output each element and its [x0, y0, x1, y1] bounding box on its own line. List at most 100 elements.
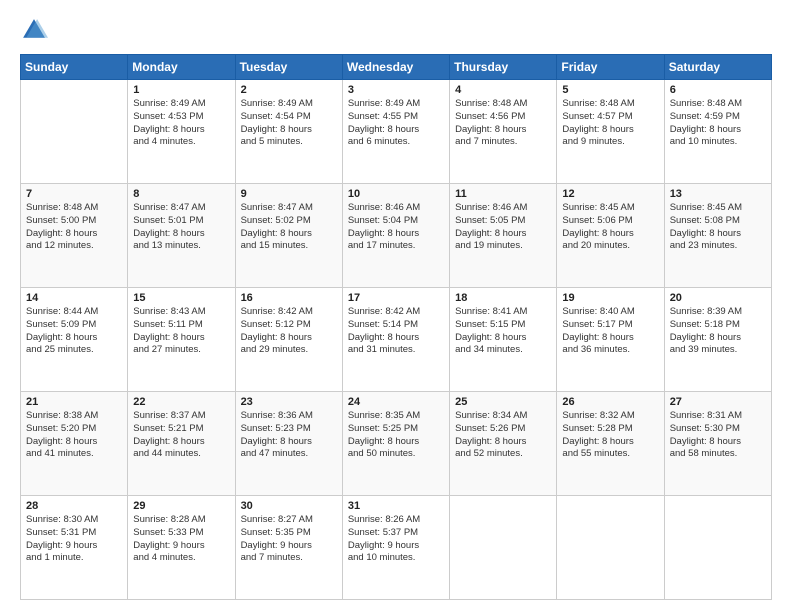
day-info: Sunrise: 8:45 AMSunset: 5:06 PMDaylight:… — [562, 202, 658, 253]
calendar-cell: 20 Sunrise: 8:39 AMSunset: 5:18 PMDayligh… — [664, 288, 771, 392]
header — [20, 16, 772, 44]
day-info: Sunrise: 8:31 AMSunset: 5:30 PMDaylight:… — [670, 410, 766, 461]
day-info: Sunrise: 8:47 AMSunset: 5:01 PMDaylight:… — [133, 202, 229, 253]
day-number: 10 — [348, 188, 444, 200]
day-number: 18 — [455, 292, 551, 304]
day-number: 27 — [670, 396, 766, 408]
calendar-cell — [450, 496, 557, 600]
day-info: Sunrise: 8:48 AMSunset: 4:59 PMDaylight:… — [670, 98, 766, 149]
calendar-cell: 4 Sunrise: 8:48 AMSunset: 4:56 PMDaylight… — [450, 80, 557, 184]
day-info: Sunrise: 8:38 AMSunset: 5:20 PMDaylight:… — [26, 410, 122, 461]
calendar-cell: 27 Sunrise: 8:31 AMSunset: 5:30 PMDayligh… — [664, 392, 771, 496]
day-number: 11 — [455, 188, 551, 200]
day-number: 21 — [26, 396, 122, 408]
day-number: 4 — [455, 84, 551, 96]
day-info: Sunrise: 8:48 AMSunset: 5:00 PMDaylight:… — [26, 202, 122, 253]
calendar-cell: 7 Sunrise: 8:48 AMSunset: 5:00 PMDaylight… — [21, 184, 128, 288]
calendar-cell: 3 Sunrise: 8:49 AMSunset: 4:55 PMDaylight… — [342, 80, 449, 184]
day-number: 17 — [348, 292, 444, 304]
calendar-cell: 14 Sunrise: 8:44 AMSunset: 5:09 PMDayligh… — [21, 288, 128, 392]
day-number: 28 — [26, 500, 122, 512]
day-number: 6 — [670, 84, 766, 96]
day-info: Sunrise: 8:30 AMSunset: 5:31 PMDaylight:… — [26, 514, 122, 565]
calendar-cell: 12Sunrise: 8:45 AMSunset: 5:06 PMDayligh… — [557, 184, 664, 288]
day-number: 8 — [133, 188, 229, 200]
day-info: Sunrise: 8:48 AMSunset: 4:56 PMDaylight:… — [455, 98, 551, 149]
calendar-cell: 30 Sunrise: 8:27 AMSunset: 5:35 PMDayligh… — [235, 496, 342, 600]
calendar-cell: 21 Sunrise: 8:38 AMSunset: 5:20 PMDayligh… — [21, 392, 128, 496]
calendar-cell: 1 Sunrise: 8:49 AMSunset: 4:53 PMDaylight… — [128, 80, 235, 184]
day-number: 19 — [562, 292, 658, 304]
day-header-wednesday: Wednesday — [342, 55, 449, 80]
day-number: 2 — [241, 84, 337, 96]
calendar-cell: 26 Sunrise: 8:32 AMSunset: 5:28 PMDayligh… — [557, 392, 664, 496]
day-number: 5 — [562, 84, 658, 96]
calendar-cell: 24Sunrise: 8:35 AMSunset: 5:25 PMDayligh… — [342, 392, 449, 496]
day-info: Sunrise: 8:40 AMSunset: 5:17 PMDaylight:… — [562, 306, 658, 357]
calendar-cell: 13 Sunrise: 8:45 AMSunset: 5:08 PMDayligh… — [664, 184, 771, 288]
calendar-cell: 19 Sunrise: 8:40 AMSunset: 5:17 PMDayligh… — [557, 288, 664, 392]
calendar-cell: 2 Sunrise: 8:49 AMSunset: 4:54 PMDaylight… — [235, 80, 342, 184]
calendar-cell — [664, 496, 771, 600]
calendar-header-row: SundayMondayTuesdayWednesdayThursdayFrid… — [21, 55, 772, 80]
day-info: Sunrise: 8:34 AMSunset: 5:26 PMDaylight:… — [455, 410, 551, 461]
calendar-cell: 10Sunrise: 8:46 AMSunset: 5:04 PMDayligh… — [342, 184, 449, 288]
day-info: Sunrise: 8:32 AMSunset: 5:28 PMDaylight:… — [562, 410, 658, 461]
calendar-week-row: 1 Sunrise: 8:49 AMSunset: 4:53 PMDaylight… — [21, 80, 772, 184]
calendar-week-row: 14 Sunrise: 8:44 AMSunset: 5:09 PMDayligh… — [21, 288, 772, 392]
day-info: Sunrise: 8:49 AMSunset: 4:54 PMDaylight:… — [241, 98, 337, 149]
calendar-cell: 15Sunrise: 8:43 AMSunset: 5:11 PMDayligh… — [128, 288, 235, 392]
day-info: Sunrise: 8:42 AMSunset: 5:12 PMDaylight:… — [241, 306, 337, 357]
day-number: 7 — [26, 188, 122, 200]
day-number: 30 — [241, 500, 337, 512]
day-number: 22 — [133, 396, 229, 408]
day-number: 23 — [241, 396, 337, 408]
day-info: Sunrise: 8:44 AMSunset: 5:09 PMDaylight:… — [26, 306, 122, 357]
day-info: Sunrise: 8:48 AMSunset: 4:57 PMDaylight:… — [562, 98, 658, 149]
calendar-cell: 8 Sunrise: 8:47 AMSunset: 5:01 PMDaylight… — [128, 184, 235, 288]
day-number: 31 — [348, 500, 444, 512]
day-number: 16 — [241, 292, 337, 304]
calendar-cell: 29 Sunrise: 8:28 AMSunset: 5:33 PMDayligh… — [128, 496, 235, 600]
day-info: Sunrise: 8:28 AMSunset: 5:33 PMDaylight:… — [133, 514, 229, 565]
logo — [20, 16, 52, 44]
day-number: 3 — [348, 84, 444, 96]
day-info: Sunrise: 8:26 AMSunset: 5:37 PMDaylight:… — [348, 514, 444, 565]
day-info: Sunrise: 8:36 AMSunset: 5:23 PMDaylight:… — [241, 410, 337, 461]
day-info: Sunrise: 8:47 AMSunset: 5:02 PMDaylight:… — [241, 202, 337, 253]
calendar-cell: 6 Sunrise: 8:48 AMSunset: 4:59 PMDaylight… — [664, 80, 771, 184]
day-number: 25 — [455, 396, 551, 408]
calendar-cell: 16 Sunrise: 8:42 AMSunset: 5:12 PMDayligh… — [235, 288, 342, 392]
calendar-week-row: 21 Sunrise: 8:38 AMSunset: 5:20 PMDayligh… — [21, 392, 772, 496]
day-info: Sunrise: 8:39 AMSunset: 5:18 PMDaylight:… — [670, 306, 766, 357]
day-number: 1 — [133, 84, 229, 96]
day-number: 26 — [562, 396, 658, 408]
day-info: Sunrise: 8:45 AMSunset: 5:08 PMDaylight:… — [670, 202, 766, 253]
calendar-cell: 11Sunrise: 8:46 AMSunset: 5:05 PMDayligh… — [450, 184, 557, 288]
day-number: 14 — [26, 292, 122, 304]
day-info: Sunrise: 8:35 AMSunset: 5:25 PMDaylight:… — [348, 410, 444, 461]
day-info: Sunrise: 8:37 AMSunset: 5:21 PMDaylight:… — [133, 410, 229, 461]
day-header-saturday: Saturday — [664, 55, 771, 80]
day-number: 20 — [670, 292, 766, 304]
calendar-cell: 5 Sunrise: 8:48 AMSunset: 4:57 PMDaylight… — [557, 80, 664, 184]
day-header-sunday: Sunday — [21, 55, 128, 80]
calendar-cell: 25 Sunrise: 8:34 AMSunset: 5:26 PMDayligh… — [450, 392, 557, 496]
calendar-week-row: 28 Sunrise: 8:30 AMSunset: 5:31 PMDayligh… — [21, 496, 772, 600]
calendar-week-row: 7 Sunrise: 8:48 AMSunset: 5:00 PMDaylight… — [21, 184, 772, 288]
day-info: Sunrise: 8:42 AMSunset: 5:14 PMDaylight:… — [348, 306, 444, 357]
day-number: 29 — [133, 500, 229, 512]
calendar-cell — [21, 80, 128, 184]
calendar-cell: 31 Sunrise: 8:26 AMSunset: 5:37 PMDayligh… — [342, 496, 449, 600]
day-info: Sunrise: 8:49 AMSunset: 4:53 PMDaylight:… — [133, 98, 229, 149]
calendar-cell: 18Sunrise: 8:41 AMSunset: 5:15 PMDayligh… — [450, 288, 557, 392]
day-info: Sunrise: 8:27 AMSunset: 5:35 PMDaylight:… — [241, 514, 337, 565]
day-header-thursday: Thursday — [450, 55, 557, 80]
day-info: Sunrise: 8:49 AMSunset: 4:55 PMDaylight:… — [348, 98, 444, 149]
day-header-tuesday: Tuesday — [235, 55, 342, 80]
day-header-monday: Monday — [128, 55, 235, 80]
day-info: Sunrise: 8:43 AMSunset: 5:11 PMDaylight:… — [133, 306, 229, 357]
day-number: 13 — [670, 188, 766, 200]
calendar-cell: 22 Sunrise: 8:37 AMSunset: 5:21 PMDayligh… — [128, 392, 235, 496]
calendar-cell: 28 Sunrise: 8:30 AMSunset: 5:31 PMDayligh… — [21, 496, 128, 600]
